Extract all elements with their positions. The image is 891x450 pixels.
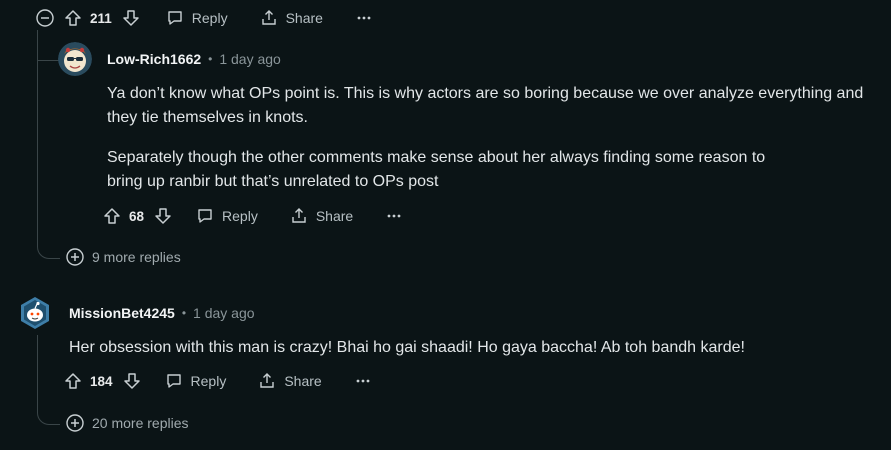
parent-action-bar: 211 Reply Share — [36, 4, 371, 32]
vote-count: 211 — [90, 10, 112, 26]
vote-count: 184 — [90, 373, 113, 389]
avatar[interactable] — [58, 42, 92, 76]
comment-body: Ya don’t know what OPs point is. This is… — [107, 82, 877, 194]
more-replies-button[interactable]: 9 more replies — [66, 248, 181, 266]
downvote-icon[interactable] — [154, 207, 172, 225]
thread-curve-more-2 — [37, 400, 60, 425]
timestamp[interactable]: 1 day ago — [193, 305, 255, 321]
avatar[interactable] — [18, 296, 52, 330]
separator-dot: • — [208, 52, 213, 66]
more-replies-label: 20 more replies — [92, 415, 189, 431]
reply-button[interactable]: Reply — [196, 207, 258, 225]
thread-line-comment2 — [37, 335, 38, 410]
username[interactable]: MissionBet4245 — [69, 305, 175, 321]
share-button[interactable]: Share — [260, 9, 323, 27]
comment-icon — [196, 207, 214, 225]
more-options-icon[interactable] — [357, 16, 371, 20]
share-icon — [290, 207, 308, 225]
comment-paragraph: Ya don’t know what OPs point is. This is… — [107, 85, 864, 126]
downvote-icon[interactable] — [122, 9, 140, 27]
more-replies-label: 9 more replies — [92, 249, 181, 265]
more-replies-button[interactable]: 20 more replies — [66, 414, 189, 432]
upvote-icon[interactable] — [64, 372, 82, 390]
comment-icon — [165, 372, 183, 390]
share-label: Share — [284, 373, 322, 389]
plus-circle-icon — [66, 414, 84, 432]
comment-body: Her obsession with this man is crazy! Bh… — [69, 336, 879, 360]
upvote-icon[interactable] — [103, 207, 121, 225]
reply-button[interactable]: Reply — [165, 372, 227, 390]
share-button[interactable]: Share — [290, 207, 353, 225]
thread-curve-reply — [37, 30, 59, 61]
comment-icon — [166, 9, 184, 27]
more-options-icon[interactable] — [356, 379, 370, 383]
reply-label: Reply — [191, 10, 228, 26]
thread-curve-more-1 — [37, 236, 60, 259]
comment-header: Low-Rich1662 • 1 day ago — [107, 51, 281, 67]
collapse-icon[interactable] — [36, 9, 54, 27]
share-icon — [260, 9, 278, 27]
username[interactable]: Low-Rich1662 — [107, 51, 201, 67]
reply-button[interactable]: Reply — [166, 9, 228, 27]
share-label: Share — [285, 10, 323, 26]
reply-label: Reply — [222, 208, 258, 224]
comment-header: MissionBet4245 • 1 day ago — [69, 305, 255, 321]
comment-action-bar: 68 Reply Share — [103, 202, 401, 230]
comment-action-bar: 184 Reply Share — [64, 367, 370, 395]
vote-count: 68 — [129, 208, 145, 224]
timestamp[interactable]: 1 day ago — [219, 51, 281, 67]
upvote-icon[interactable] — [64, 9, 82, 27]
downvote-icon[interactable] — [123, 372, 141, 390]
plus-circle-icon — [66, 248, 84, 266]
separator-dot: • — [181, 306, 187, 320]
thread-line-parent — [37, 30, 38, 245]
comment-paragraph: Her obsession with this man is crazy! Bh… — [69, 339, 745, 356]
reply-label: Reply — [190, 373, 227, 389]
share-button[interactable]: Share — [258, 372, 322, 390]
comment-paragraph: Separately though the other comments mak… — [107, 149, 766, 190]
more-options-icon[interactable] — [387, 214, 401, 218]
share-icon — [258, 372, 276, 390]
share-label: Share — [315, 208, 354, 224]
